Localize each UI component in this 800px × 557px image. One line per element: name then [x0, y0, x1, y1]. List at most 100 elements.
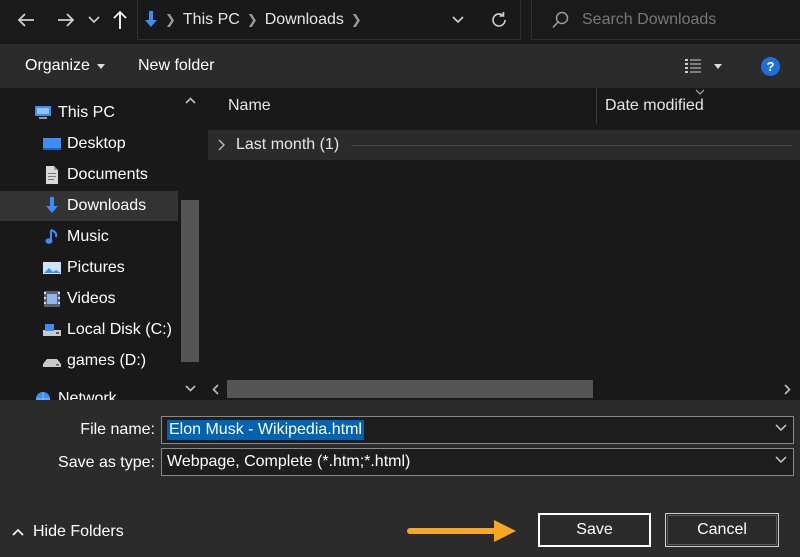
nav-item-downloads[interactable]: Downloads [0, 191, 178, 221]
cancel-button[interactable]: Cancel [665, 513, 779, 547]
arrow-pointer-icon [407, 520, 516, 542]
nav-item-label: Documents [67, 166, 148, 183]
videos-icon [41, 288, 63, 310]
save-panel: File name: Elon Musk - Wikipedia.html Sa… [0, 400, 800, 557]
address-bar-row: ❯ This PC ❯ Downloads ❯ [0, 0, 800, 44]
nav-item-videos[interactable]: Videos [0, 284, 178, 314]
scroll-left-button[interactable] [209, 382, 221, 396]
navigation-pane: This PC Desktop Documents Downloads Musi… [0, 88, 203, 400]
breadcrumb: ❯ This PC ❯ Downloads ❯ [138, 0, 369, 40]
search-icon [552, 11, 569, 29]
nav-item-pictures[interactable]: Pictures [0, 253, 178, 283]
downloads-icon [41, 195, 63, 217]
help-icon: ? [761, 56, 780, 76]
new-folder-button[interactable]: New folder [138, 44, 214, 88]
nav-item-label: games (D:) [67, 352, 147, 369]
chevron-up-icon [184, 96, 196, 104]
nav-item-label: Videos [67, 290, 116, 307]
chevron-right-icon [783, 383, 791, 395]
chevron-down-icon[interactable] [775, 424, 787, 432]
address-box[interactable]: ❯ This PC ❯ Downloads ❯ [137, 0, 521, 40]
cancel-button-label: Cancel [697, 521, 747, 538]
help-button[interactable]: ? [761, 44, 780, 88]
file-name-field[interactable]: Elon Musk - Wikipedia.html [161, 416, 794, 444]
breadcrumb-this-pc[interactable]: This PC [183, 11, 240, 29]
desktop-icon [41, 133, 63, 155]
organize-button[interactable]: Organize [25, 44, 105, 88]
column-divider[interactable] [596, 88, 597, 124]
nav-item-local-disk[interactable]: Local Disk (C:) [0, 315, 178, 345]
forward-button[interactable] [52, 6, 80, 34]
refresh-icon [492, 12, 506, 27]
nav-item-network[interactable]: Network [0, 384, 178, 400]
nav-item-label: Desktop [67, 135, 126, 152]
scroll-up-button[interactable] [183, 93, 197, 107]
chevron-right-icon: ❯ [246, 12, 258, 27]
organize-label: Organize [25, 57, 90, 74]
back-button[interactable] [12, 6, 40, 34]
arrow-right-icon [58, 13, 75, 27]
nav-item-games-drive[interactable]: games (D:) [0, 346, 178, 376]
chevron-down-icon[interactable] [775, 456, 787, 464]
hide-folders-label: Hide Folders [33, 523, 124, 540]
address-dropdown-button[interactable] [448, 6, 468, 34]
group-header-last-month[interactable]: Last month (1) [208, 130, 800, 160]
save-button-label: Save [576, 521, 613, 538]
new-folder-label: New folder [138, 57, 215, 74]
downloads-arrow-icon [145, 11, 157, 27]
scroll-right-button[interactable] [781, 382, 793, 396]
arrow-left-icon [17, 13, 34, 27]
scroll-down-button[interactable] [183, 381, 197, 395]
save-as-type-select[interactable]: Webpage, Complete (*.htm;*.html) [161, 448, 794, 476]
refresh-button[interactable] [486, 6, 512, 34]
nav-item-music[interactable]: Music [0, 222, 178, 252]
command-bar: Organize New folder ? [0, 44, 800, 88]
hide-folders-toggle[interactable]: Hide Folders [12, 520, 124, 544]
file-list-horizontal-scrollbar[interactable] [203, 378, 800, 400]
up-button[interactable] [108, 6, 132, 34]
chevron-left-icon [211, 383, 219, 395]
save-as-type-value: Webpage, Complete (*.htm;*.html) [167, 453, 411, 470]
recent-locations-button[interactable] [84, 6, 104, 34]
change-view-button[interactable] [684, 44, 702, 88]
nav-item-label: Music [67, 228, 109, 245]
drive-icon [41, 350, 63, 372]
chevron-down-icon [184, 384, 196, 392]
nav-item-label: This PC [58, 104, 115, 121]
nav-item-label: Pictures [67, 259, 125, 276]
nav-item-documents[interactable]: Documents [0, 160, 178, 190]
nav-item-label: Downloads [67, 197, 147, 214]
file-name-value[interactable]: Elon Musk - Wikipedia.html [167, 420, 364, 440]
documents-icon [41, 164, 63, 186]
chevron-up-icon [12, 528, 24, 536]
scroll-thumb[interactable] [181, 200, 199, 362]
chevron-down-icon [88, 16, 100, 24]
search-input[interactable] [582, 9, 792, 31]
nav-item-this-pc[interactable]: This PC [0, 98, 178, 128]
column-header-date-modified[interactable]: Date modified [605, 88, 704, 124]
save-button[interactable]: Save [538, 513, 651, 547]
file-name-label: File name: [80, 421, 155, 438]
nav-item-desktop[interactable]: Desktop [0, 129, 178, 159]
nav-pane-scrollbar[interactable] [178, 88, 203, 400]
search-box[interactable] [531, 0, 800, 40]
local-disk-icon [41, 319, 63, 341]
save-as-type-label: Save as type: [58, 454, 155, 471]
pictures-icon [41, 257, 63, 279]
file-list: Name Date modified Last month (1) [203, 88, 800, 400]
chevron-right-icon [218, 139, 225, 151]
caret-down-icon [714, 63, 722, 69]
breadcrumb-downloads[interactable]: Downloads [265, 11, 344, 29]
chevron-down-icon [452, 16, 464, 24]
view-options-dropdown[interactable] [714, 44, 722, 88]
column-header-name[interactable]: Name [228, 88, 271, 124]
sort-indicator-icon [695, 89, 705, 95]
details-view-icon [685, 59, 701, 73]
group-label: Last month (1) [236, 136, 340, 153]
nav-item-label: Local Disk (C:) [67, 321, 172, 338]
caret-down-icon [96, 63, 105, 69]
scroll-thumb[interactable] [227, 380, 593, 398]
computer-icon [32, 102, 54, 124]
network-icon [32, 388, 54, 400]
chevron-right-icon: ❯ [350, 12, 362, 27]
